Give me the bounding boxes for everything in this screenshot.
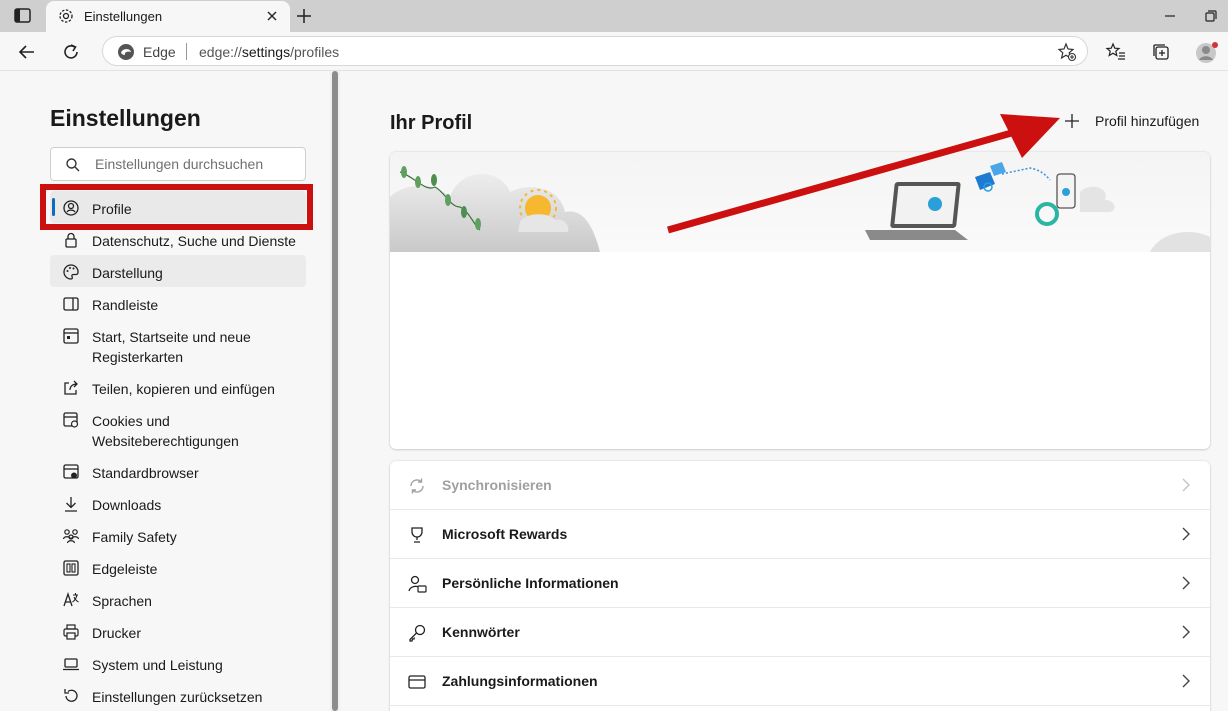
sidebar-scrollbar[interactable] (330, 71, 340, 711)
card-icon (407, 672, 427, 692)
home-tabs-icon (62, 327, 80, 345)
url-path: /profiles (290, 44, 340, 60)
row-sync[interactable]: Synchronisieren (390, 461, 1210, 510)
row-label: Zahlungsinformationen (442, 673, 598, 689)
row-label: Synchronisieren (442, 477, 552, 493)
language-icon (62, 591, 80, 609)
url-text[interactable]: edge://settings/profiles (199, 44, 339, 60)
edge-bar-icon (62, 559, 80, 577)
sidebar-item-label: System und Leistung (92, 657, 223, 673)
rewards-icon (407, 525, 427, 545)
chevron-right-icon (1180, 673, 1192, 689)
sidebar-item-label: Darstellung (92, 265, 163, 281)
lock-icon (62, 231, 80, 249)
edge-logo-icon (117, 43, 135, 61)
profile-settings-list: Synchronisieren Microsoft Rewards Persön… (390, 461, 1210, 711)
refresh-icon[interactable] (60, 41, 82, 63)
avatar[interactable] (1195, 41, 1218, 63)
back-icon[interactable] (16, 41, 38, 63)
sidebar-item-family-safety[interactable]: Family Safety (50, 519, 306, 551)
sidebar-item-reset[interactable]: Einstellungen zurücksetzen (50, 679, 306, 711)
sidebar-item-label: Edgeleiste (92, 561, 158, 577)
sidebar-item-label: Randleiste (92, 297, 159, 313)
sidebar-item-downloads[interactable]: Downloads (50, 487, 306, 519)
page-title: Ihr Profil (390, 112, 473, 134)
toolbar: Edge edge://settings/profiles (0, 32, 1228, 71)
reset-icon (62, 687, 80, 705)
settings-search (50, 147, 306, 181)
palette-icon (62, 263, 80, 281)
key-icon (407, 623, 427, 643)
row-microsoft-rewards[interactable]: Microsoft Rewards (390, 510, 1210, 559)
sidebar-item-sidebar[interactable]: Randleiste (50, 287, 306, 319)
sidebar-title: Einstellungen (50, 105, 201, 131)
scrollbar-thumb[interactable] (332, 71, 338, 711)
site-label: Edge (143, 44, 176, 60)
row-payment-info[interactable]: Zahlungsinformationen (390, 657, 1210, 706)
sidebar-item-label: Drucker (92, 625, 142, 641)
row-passwords[interactable]: Kennwörter (390, 608, 1210, 657)
row-label: Persönliche Informationen (442, 575, 619, 591)
laptop-icon (62, 655, 80, 673)
chevron-right-icon (1180, 575, 1192, 591)
default-browser-icon (62, 463, 80, 481)
new-tab-button[interactable] (294, 6, 314, 26)
add-profile-button[interactable]: Profil hinzufügen (1060, 109, 1208, 135)
sidebar-icon (62, 295, 80, 313)
chevron-right-icon (1180, 526, 1192, 542)
sidebar-item-label: Standardbrowser (92, 465, 199, 481)
sidebar-item-printer[interactable]: Drucker (50, 615, 306, 647)
sidebar-item-edge-bar[interactable]: Edgeleiste (50, 551, 306, 583)
tab-title: Einstellungen (84, 9, 163, 24)
minimize-icon[interactable] (1160, 6, 1180, 26)
search-icon (65, 157, 81, 173)
collections-icon[interactable] (1150, 41, 1172, 63)
row-label: Microsoft Rewards (442, 526, 568, 542)
gear-icon (58, 8, 74, 24)
download-icon (62, 495, 80, 513)
sidebar-item-label: Datenschutz, Suche und Dienste (92, 233, 296, 249)
sidebar-item-label: Teilen, kopieren und einfügen (92, 381, 275, 397)
sidebar-item-cookies[interactable]: Cookies und Websiteberechtigungen (50, 403, 306, 455)
address-bar[interactable]: Edge edge://settings/profiles (102, 36, 1088, 66)
url-scheme: edge:// (199, 44, 242, 60)
sidebar-item-label: Einstellungen zurücksetzen (92, 689, 263, 705)
chevron-right-icon (1180, 624, 1192, 640)
tab-strip: Einstellungen (0, 0, 1228, 32)
sidebar-item-appearance[interactable]: Darstellung (50, 255, 306, 287)
sidebar-item-label: Cookies und Websiteberechtigungen (92, 413, 239, 449)
share-icon (62, 379, 80, 397)
search-input[interactable] (95, 148, 300, 180)
sidebar-item-languages[interactable]: Sprachen (50, 583, 306, 615)
sidebar-item-label: Start, Startseite und neue Registerkarte… (92, 329, 251, 365)
row-personal-info[interactable]: Persönliche Informationen (390, 559, 1210, 608)
tab-actions-icon[interactable] (12, 7, 34, 25)
restore-icon[interactable] (1202, 7, 1220, 25)
chevron-right-icon (1180, 477, 1192, 493)
sync-icon (407, 476, 427, 496)
sidebar-item-label: Downloads (92, 497, 162, 513)
sidebar-item-share[interactable]: Teilen, kopieren und einfügen (50, 371, 306, 403)
personal-info-icon (407, 574, 427, 594)
sidebar-item-system[interactable]: System und Leistung (50, 647, 306, 679)
favorites-icon[interactable] (1105, 41, 1127, 63)
settings-sidebar: Einstellungen Profile Datenschutz, Suche… (0, 71, 340, 711)
printer-icon (62, 623, 80, 641)
cookies-icon (62, 411, 80, 429)
active-tab[interactable]: Einstellungen (46, 1, 290, 32)
close-icon[interactable] (264, 8, 280, 24)
add-favorite-icon[interactable] (1057, 42, 1077, 62)
row-label: Kennwörter (442, 624, 520, 640)
sidebar-item-start-home[interactable]: Start, Startseite und neue Registerkarte… (50, 319, 306, 371)
sidebar-item-label: Family Safety (92, 529, 177, 545)
add-profile-label: Profil hinzufügen (1095, 113, 1200, 129)
family-icon (62, 527, 80, 545)
address-separator (186, 43, 187, 60)
sidebar-item-default-browser[interactable]: Standardbrowser (50, 455, 306, 487)
url-host: settings (241, 44, 291, 60)
annotation-arrow (667, 114, 1060, 234)
sidebar-item-label: Sprachen (92, 593, 152, 609)
annotation-highlight-box (40, 184, 313, 230)
